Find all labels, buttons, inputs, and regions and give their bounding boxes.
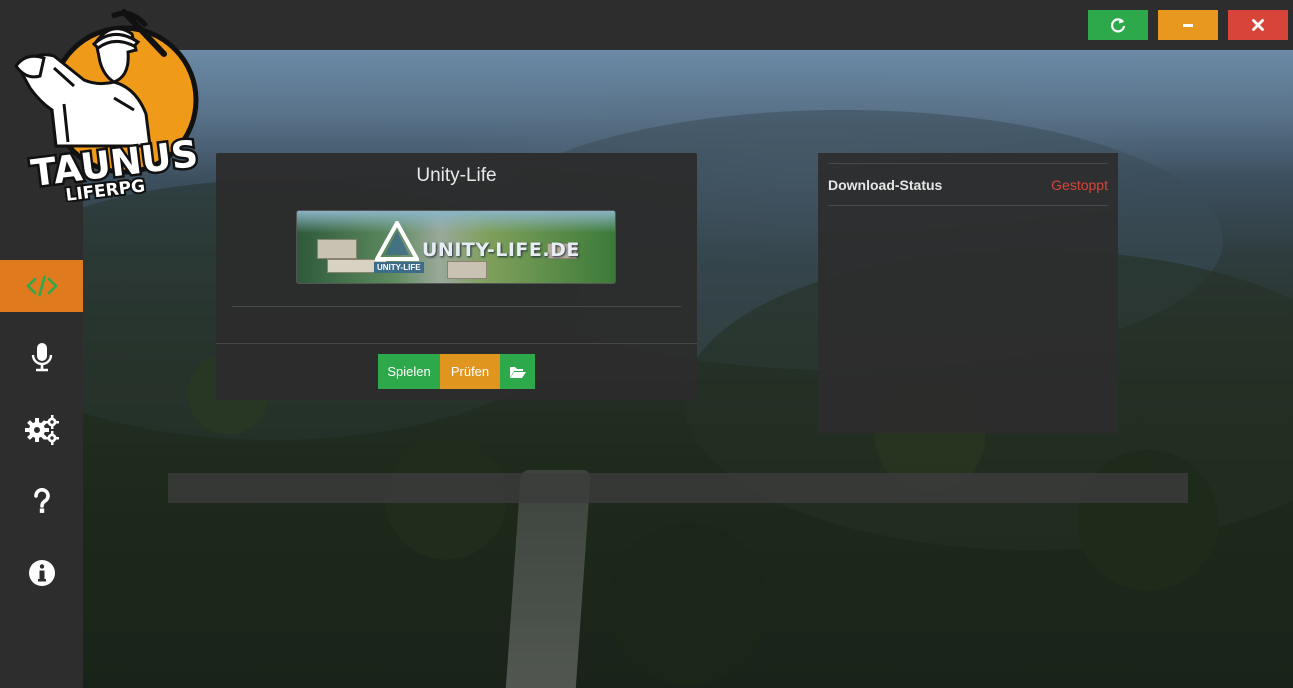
refresh-button[interactable] [1088,10,1148,40]
download-progress-bar [168,473,1188,503]
divider [232,306,681,307]
server-banner: UNITY-LIFE.DE UNITY-LIFE [296,210,616,284]
sidebar-item-mods[interactable] [0,260,83,312]
sidebar-item-help[interactable] [0,475,83,527]
close-icon [1252,19,1264,31]
open-folder-button[interactable] [500,354,535,389]
banner-subtext: UNITY-LIFE [374,262,424,273]
microphone-icon [31,343,52,372]
server-title: Unity-Life [416,165,497,186]
close-button[interactable] [1228,10,1288,40]
unity-life-logo-icon [375,221,419,261]
info-icon [28,560,55,586]
server-card: Unity-Life UNITY-LIFE.DE UNITY-LIFE Spie… [216,153,697,400]
download-status-panel: Download-Status Gestoppt [818,153,1118,433]
sidebar-item-info[interactable] [0,547,83,599]
gears-icon [24,415,59,445]
divider [828,205,1108,206]
code-icon [26,275,57,297]
refresh-icon [1110,18,1126,33]
play-button[interactable]: Spielen [378,354,440,389]
question-icon [33,488,50,513]
sidebar-item-settings[interactable] [0,403,83,455]
taunus-liferpg-logo: TAUNUS LIFERPG [14,9,203,202]
divider [216,343,697,344]
sidebar-item-teamspeak[interactable] [0,331,83,383]
download-status-value: Gestoppt [1051,177,1108,193]
minimize-button[interactable] [1158,10,1218,40]
minus-icon [1183,24,1193,27]
check-button[interactable]: Prüfen [440,354,500,389]
server-actions: Spielen Prüfen [378,354,535,389]
banner-text: UNITY-LIFE.DE [422,239,580,261]
download-status-label: Download-Status [828,177,943,193]
folder-open-icon [509,366,526,378]
divider [828,163,1108,164]
